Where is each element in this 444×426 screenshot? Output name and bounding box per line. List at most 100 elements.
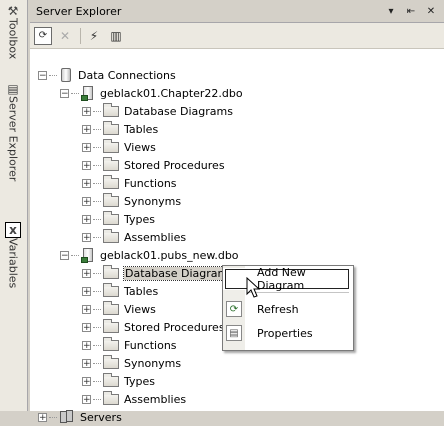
expand-toggle[interactable]: + — [82, 196, 91, 206]
menu-item-label: Refresh — [257, 302, 299, 316]
tree-node-label: Database Diagrams — [124, 104, 233, 118]
collapse-toggle[interactable]: − — [38, 70, 47, 80]
folder-icon — [103, 390, 119, 405]
menu-item-label: Properties — [257, 326, 313, 340]
tree-node-label: Views — [124, 302, 156, 316]
folder-icon — [103, 372, 119, 387]
tree-connector — [49, 74, 57, 76]
connect-to-server-icon[interactable]: ▥ — [107, 27, 125, 45]
dock-tab-variables[interactable]: x Variables — [2, 222, 24, 288]
expand-toggle[interactable]: + — [38, 412, 47, 422]
folder-icon — [103, 138, 119, 153]
tree-node-data-connections[interactable]: − Data Connections — [38, 66, 176, 84]
panel-title: Server Explorer — [36, 4, 122, 18]
tree-node-label: Assemblies — [124, 392, 187, 406]
servers-icon — [59, 410, 75, 424]
tree-node-database-diagrams-selected[interactable]: + Database Diagrams — [82, 264, 236, 282]
refresh-icon[interactable]: ⟳ — [34, 26, 52, 45]
window-position-dropdown-icon[interactable]: ▾ — [384, 4, 398, 18]
expand-toggle[interactable]: + — [82, 178, 91, 188]
tree-connector — [93, 362, 101, 364]
database-connection-icon — [81, 85, 95, 101]
collapse-toggle[interactable]: − — [60, 250, 69, 260]
tree-node-functions[interactable]: + Functions — [82, 336, 177, 354]
tree-node-synonyms[interactable]: + Synonyms — [82, 354, 181, 372]
tree-node-label: Assemblies — [124, 230, 187, 244]
expand-toggle[interactable]: + — [82, 322, 91, 332]
stop-refresh-icon[interactable]: ✕ — [56, 27, 74, 45]
folder-icon — [103, 192, 119, 207]
tree-node-database-diagrams[interactable]: + Database Diagrams — [82, 102, 233, 120]
expand-toggle[interactable]: + — [82, 214, 91, 224]
tree-node-synonyms[interactable]: + Synonyms — [82, 192, 181, 210]
expand-toggle[interactable]: + — [82, 160, 91, 170]
expand-toggle[interactable]: + — [82, 340, 91, 350]
tree-connector — [93, 308, 101, 310]
collapse-toggle[interactable]: − — [60, 88, 69, 98]
properties-icon: ▤ — [226, 325, 242, 341]
tree-node-label: geblack01.pubs_new.dbo — [100, 248, 239, 262]
tree-connector — [49, 416, 57, 418]
tree-connector — [93, 398, 101, 400]
tree-node-types[interactable]: + Types — [82, 210, 155, 228]
tree-node-label: Stored Procedures — [124, 320, 225, 334]
menu-item-add-new-diagram[interactable]: Add New Diagram — [223, 266, 353, 292]
folder-icon — [103, 354, 119, 369]
tree-node-stored-procedures[interactable]: + Stored Procedures — [82, 318, 225, 336]
expand-toggle[interactable]: + — [82, 376, 91, 386]
tree-node-views[interactable]: + Views — [82, 138, 156, 156]
dock-strip: ⚒ Toolbox ▤ Server Explorer x Variables — [0, 0, 28, 411]
dock-tab-toolbox-label: Toolbox — [6, 18, 20, 60]
tree-connector — [71, 254, 79, 256]
expand-toggle[interactable]: + — [82, 268, 91, 278]
tree-node-label: Types — [124, 212, 155, 226]
tree-node-label: Servers — [80, 410, 122, 424]
tree-node-tables[interactable]: + Tables — [82, 120, 158, 138]
close-icon[interactable]: ✕ — [424, 4, 438, 18]
expand-toggle[interactable]: + — [82, 142, 91, 152]
tree-connector — [93, 128, 101, 130]
tree-node-stored-procedures[interactable]: + Stored Procedures — [82, 156, 225, 174]
expand-toggle[interactable]: + — [82, 304, 91, 314]
tree-connector — [93, 146, 101, 148]
tree-node-functions[interactable]: + Functions — [82, 174, 177, 192]
tree-node-assemblies[interactable]: + Assemblies — [82, 390, 186, 408]
auto-hide-pin-icon[interactable]: ⇤ — [404, 4, 418, 18]
tree-node-connection-chapter22[interactable]: − geblack01.Chapter22.dbo — [60, 84, 243, 102]
folder-icon — [103, 264, 119, 279]
tree-node-label: Stored Procedures — [124, 158, 225, 172]
folder-icon — [103, 120, 119, 135]
connect-to-database-icon[interactable]: ⚡ — [85, 27, 103, 45]
tree-connector — [93, 380, 101, 382]
tree-node-label: Data Connections — [78, 68, 176, 82]
tree-connector — [93, 218, 101, 220]
tree-node-types[interactable]: + Types — [82, 372, 155, 390]
tree-connector — [93, 236, 101, 238]
dock-tab-server-explorer[interactable]: ▤ Server Explorer — [2, 82, 24, 181]
server-explorer-panel: Server Explorer ▾ ⇤ ✕ ⟳ ✕ ⚡ ▥ − Data Con… — [30, 0, 444, 424]
expand-toggle[interactable]: + — [82, 124, 91, 134]
tree-node-views[interactable]: + Views — [82, 300, 156, 318]
folder-icon — [103, 210, 119, 225]
expand-toggle[interactable]: + — [82, 358, 91, 368]
database-connection-icon — [81, 247, 95, 263]
tree-node-tables[interactable]: + Tables — [82, 282, 158, 300]
data-connections-icon — [59, 67, 73, 83]
menu-item-properties[interactable]: ▤ Properties — [223, 322, 353, 344]
expand-toggle[interactable]: + — [82, 232, 91, 242]
context-menu: Add New Diagram ⟳ Refresh ▤ Properties — [222, 265, 354, 351]
tree-node-label: Functions — [124, 338, 177, 352]
expand-toggle[interactable]: + — [82, 394, 91, 404]
tree-node-connection-pubs-new[interactable]: − geblack01.pubs_new.dbo — [60, 246, 239, 264]
refresh-icon: ⟳ — [226, 301, 242, 317]
mouse-cursor-icon — [246, 277, 261, 298]
toolbar-separator — [80, 27, 81, 44]
menu-item-refresh[interactable]: ⟳ Refresh — [223, 298, 353, 320]
expand-toggle[interactable]: + — [82, 286, 91, 296]
expand-toggle[interactable]: + — [82, 106, 91, 116]
tree-node-assemblies[interactable]: + Assemblies — [82, 228, 186, 246]
tree-node-label: Database Diagrams — [123, 265, 236, 281]
tree-connector — [93, 164, 101, 166]
dock-tab-server-explorer-label: Server Explorer — [6, 96, 20, 182]
dock-tab-toolbox[interactable]: ⚒ Toolbox — [2, 4, 24, 59]
